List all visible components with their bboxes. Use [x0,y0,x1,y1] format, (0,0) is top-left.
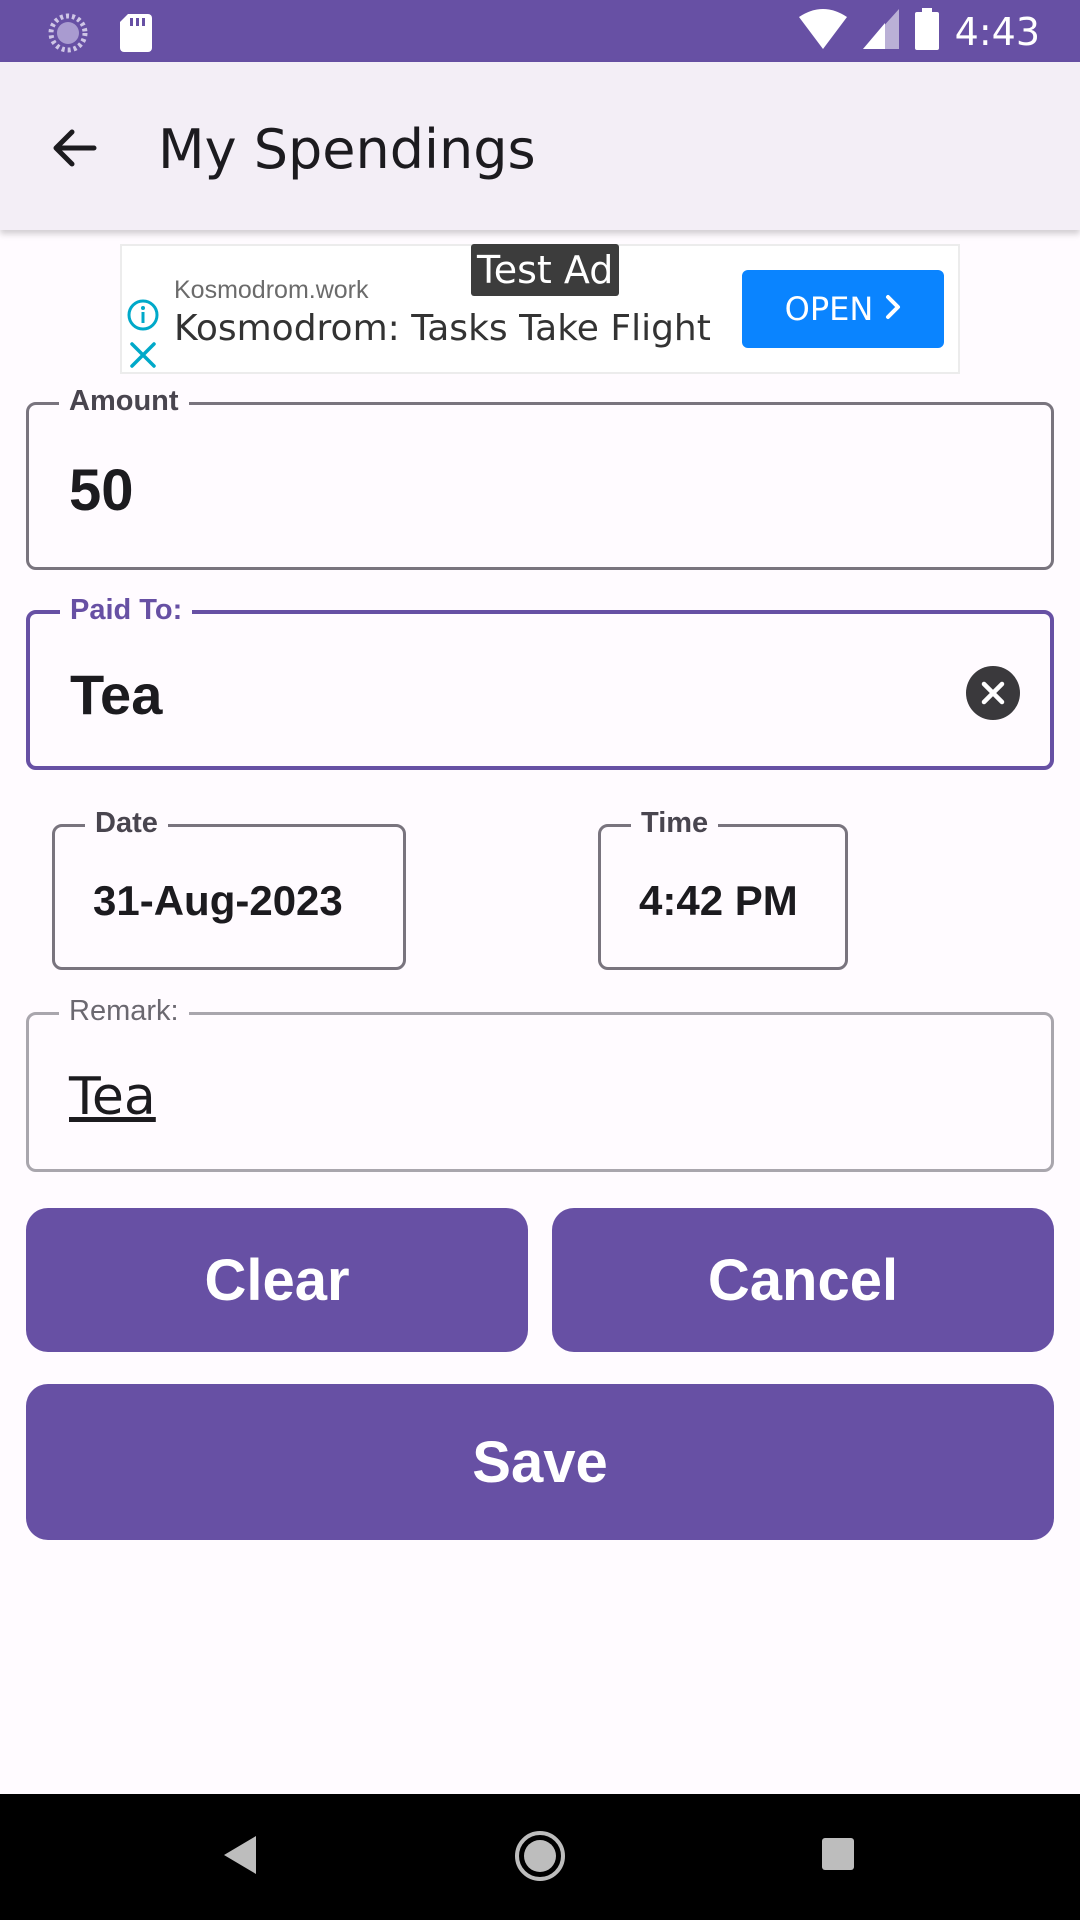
cancel-button[interactable]: Cancel [552,1208,1054,1352]
clear-button[interactable]: Clear [26,1208,528,1352]
nav-recents-icon[interactable] [820,1836,856,1877]
loading-icon [48,13,88,58]
status-bar: 4:43 [0,0,1080,62]
save-button[interactable]: Save [26,1384,1054,1540]
remark-label: Remark: [59,993,189,1029]
clear-text-icon[interactable] [966,666,1020,720]
info-icon[interactable] [126,298,160,337]
wifi-icon [798,9,847,54]
page-title: My Spendings [158,118,536,181]
ad-open-label: OPEN [784,290,874,328]
paid-to-field[interactable]: Paid To: Tea [26,592,1054,770]
remark-value: Tea [69,1067,156,1127]
date-field[interactable]: Date 31-Aug-2023 [52,805,406,970]
amount-value: 50 [69,458,134,523]
status-time: 4:43 [954,9,1040,54]
paid-to-value: Tea [70,663,163,726]
close-icon[interactable] [128,340,158,375]
chevron-right-icon [885,290,901,328]
nav-home-icon[interactable] [514,1830,566,1887]
ad-domain: Kosmodrom.work [174,276,369,304]
amount-label: Amount [59,383,189,419]
date-value: 31-Aug-2023 [93,877,343,924]
time-label: Time [631,805,719,841]
date-label: Date [85,805,168,841]
ad-open-button[interactable]: OPEN [742,270,944,348]
app-bar: My Spendings [0,62,1080,230]
time-value: 4:42 PM [639,877,798,924]
ad-headline: Kosmodrom: Tasks Take Flight [174,308,711,349]
time-field[interactable]: Time 4:42 PM [598,805,848,970]
sd-card-icon [120,14,152,57]
arrow-left-icon [50,124,98,177]
navigation-bar [0,1794,1080,1920]
test-ad-badge: Test Ad [471,244,620,296]
ad-banner[interactable]: Test Ad Kosmodrom.work Kosmodrom: Tasks … [120,244,960,374]
back-button[interactable] [40,116,108,184]
paid-to-label: Paid To: [60,592,193,628]
cell-signal-icon [862,9,899,54]
battery-icon [914,8,939,55]
amount-field[interactable]: Amount 50 [26,383,1054,570]
remark-field[interactable]: Remark: Tea [26,993,1054,1172]
nav-back-icon[interactable] [222,1834,258,1881]
